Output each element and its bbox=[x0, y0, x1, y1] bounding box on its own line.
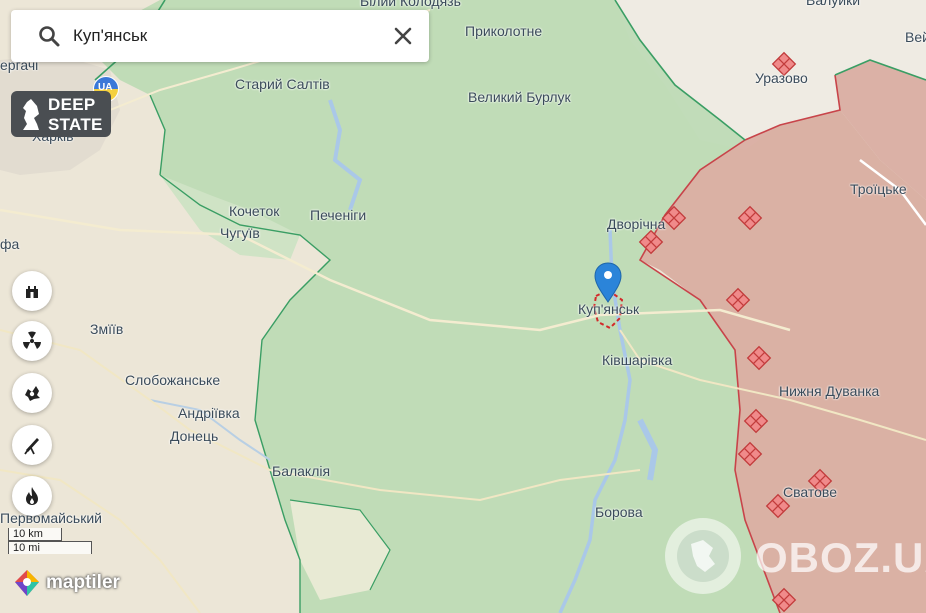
explosion-button[interactable] bbox=[12, 373, 52, 413]
radiation-icon bbox=[23, 331, 41, 349]
town-label: Чугуїв bbox=[220, 225, 260, 241]
scale-metric: 10 km bbox=[8, 528, 62, 541]
scale-bar: 10 km 10 mi bbox=[8, 528, 92, 554]
town-label: Великий Бурлук bbox=[468, 89, 571, 105]
missile-launcher-button[interactable] bbox=[12, 425, 52, 465]
globe-icon bbox=[665, 518, 741, 594]
town-label: Троїцьке bbox=[850, 181, 907, 197]
explosion-icon bbox=[25, 386, 40, 401]
horse-knight-icon bbox=[23, 99, 39, 130]
town-label: Куп'янськ bbox=[578, 301, 640, 317]
town-label: Ківшарівка bbox=[602, 352, 673, 368]
town-label: Кочеток bbox=[229, 203, 280, 219]
fire-icon bbox=[26, 487, 38, 505]
town-label: Борова bbox=[595, 504, 643, 520]
search-icon bbox=[39, 26, 60, 47]
town-label: Андріївка bbox=[178, 405, 240, 421]
town-label: Первомайський bbox=[0, 510, 102, 526]
town-label: Балаклія bbox=[272, 463, 331, 479]
fortification-button[interactable] bbox=[12, 271, 52, 311]
town-label: Змїїв bbox=[90, 321, 124, 337]
town-label: Дворічна bbox=[607, 216, 666, 232]
fire-button[interactable] bbox=[12, 476, 52, 516]
deepstate-logo[interactable]: DEEP STATE bbox=[11, 91, 111, 137]
town-label: Приколотне bbox=[465, 23, 543, 39]
radiation-button[interactable] bbox=[12, 321, 52, 361]
logo-line2: STATE bbox=[48, 115, 103, 134]
town-label: Уразово bbox=[755, 70, 808, 86]
missile-launcher-icon bbox=[24, 438, 39, 455]
logo-line1: DEEP bbox=[48, 95, 96, 114]
search-bar[interactable]: Куп'янськ bbox=[11, 10, 429, 62]
town-label: Вей bbox=[905, 29, 926, 45]
search-input[interactable]: Куп'янськ bbox=[73, 26, 147, 46]
town-label: Сватове bbox=[783, 484, 837, 500]
town-label: Нижня Дуванка bbox=[779, 383, 880, 399]
town-label: Слобожанське bbox=[125, 372, 221, 388]
fortification-icon bbox=[26, 286, 38, 298]
maptiler-icon bbox=[15, 570, 39, 596]
town-label: Валуйки bbox=[806, 0, 861, 8]
town-label: Білий Колодязь bbox=[360, 0, 461, 9]
watermark-text: OBOZ.UA bbox=[755, 534, 926, 581]
town-label: Донець bbox=[170, 428, 219, 444]
oboz-watermark: OBOZ.UA bbox=[663, 516, 926, 596]
town-label: Старий Салтів bbox=[235, 76, 330, 92]
scale-imperial: 10 mi bbox=[8, 541, 92, 554]
town-label: фа bbox=[0, 236, 20, 252]
maptiler-label: maptiler bbox=[46, 572, 120, 593]
close-icon[interactable] bbox=[391, 24, 415, 48]
town-label: Печеніги bbox=[310, 207, 367, 223]
